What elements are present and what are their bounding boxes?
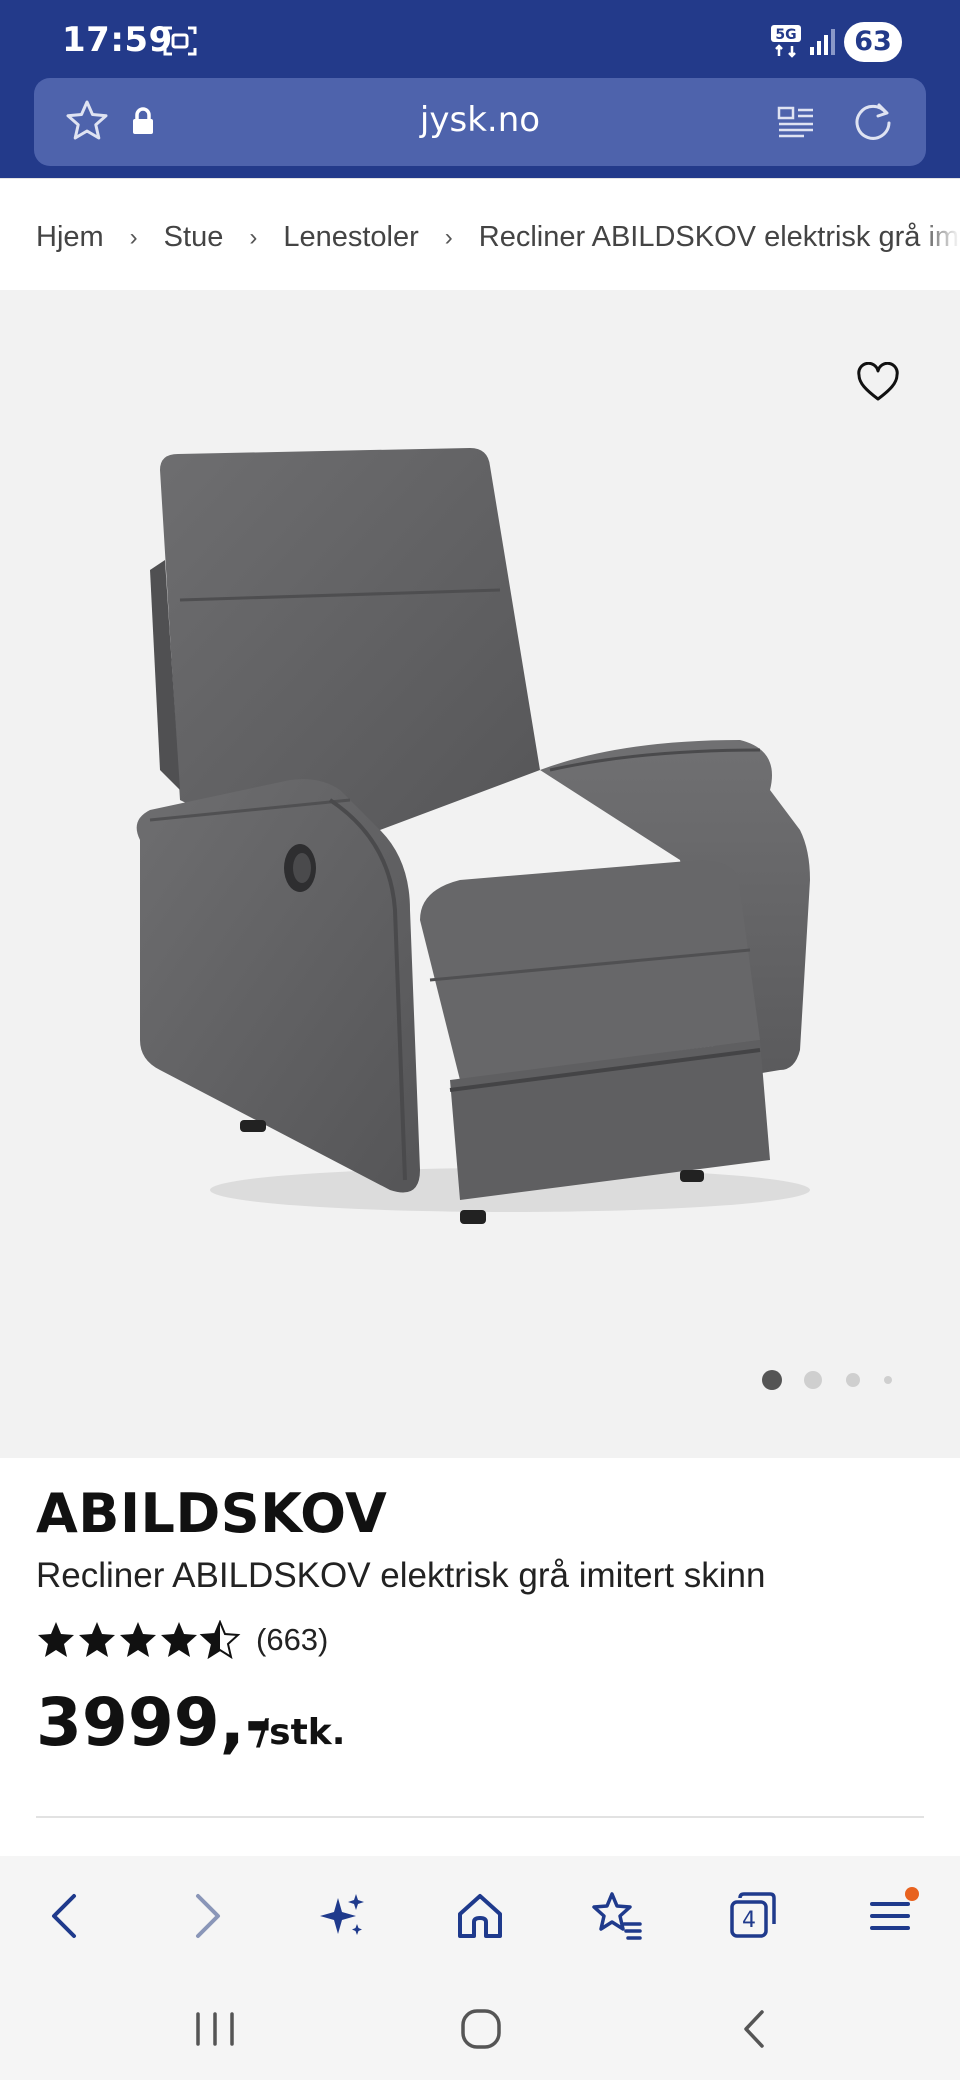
rating-stars <box>38 1621 239 1658</box>
forward-icon[interactable] <box>176 1886 236 1946</box>
heart-icon[interactable] <box>856 362 900 402</box>
product-price: 3999,- <box>36 1684 273 1761</box>
home-icon[interactable] <box>450 1886 510 1946</box>
status-bar: 17:59 5G 63 <box>0 0 960 80</box>
gallery-dot[interactable] <box>846 1373 860 1387</box>
reader-mode-icon[interactable] <box>776 102 816 142</box>
signal-strength-icon <box>810 29 835 55</box>
status-time: 17:59 <box>62 20 173 60</box>
product-gallery[interactable] <box>0 290 960 1458</box>
gallery-dot[interactable] <box>804 1371 822 1389</box>
back-icon[interactable] <box>36 1886 96 1946</box>
gallery-pagination <box>760 1368 900 1392</box>
star-icon <box>38 1622 74 1657</box>
product-rating[interactable]: (663) <box>36 1618 328 1662</box>
bookmarks-icon[interactable] <box>586 1886 646 1946</box>
star-icon <box>79 1622 115 1657</box>
section-divider <box>36 1816 924 1818</box>
tab-count: 4 <box>742 1908 756 1933</box>
breadcrumb-item-hjem[interactable]: Hjem <box>36 221 104 254</box>
breadcrumb-fade <box>920 179 960 290</box>
sparkle-icon[interactable] <box>312 1886 372 1946</box>
breadcrumb: Hjem › Stue › Lenestoler › Recliner ABIL… <box>0 178 960 290</box>
star-icon <box>161 1622 197 1657</box>
product-brand: ABILDSKOV <box>36 1482 388 1545</box>
chevron-right-icon: › <box>444 223 453 251</box>
home-circle-icon[interactable] <box>456 2004 506 2054</box>
network-5g-icon: 5G <box>771 25 801 58</box>
price-unit: /stk. <box>256 1712 346 1753</box>
gallery-dot[interactable] <box>884 1376 892 1384</box>
breadcrumb-item-current: Recliner ABILDSKOV elektrisk grå imitert… <box>478 221 960 253</box>
screen-capture-icon <box>163 26 197 56</box>
network-label: 5G <box>775 27 796 43</box>
menu-icon[interactable] <box>862 1886 922 1946</box>
breadcrumb-list: Hjem › Stue › Lenestoler › Recliner ABIL… <box>36 221 960 254</box>
star-icon <box>120 1622 156 1657</box>
url-bar[interactable]: jysk.no <box>34 78 926 166</box>
tabs-icon[interactable]: 4 <box>722 1886 782 1946</box>
recents-icon[interactable] <box>190 2004 240 2054</box>
half-star-icon <box>201 1621 239 1658</box>
gallery-dot-active[interactable] <box>762 1370 782 1390</box>
breadcrumb-item-lenestoler[interactable]: Lenestoler <box>283 221 418 254</box>
product-name: Recliner ABILDSKOV elektrisk grå imitert… <box>36 1556 766 1595</box>
chevron-right-icon: › <box>129 223 138 251</box>
browser-top-chrome: 17:59 5G 63 jysk.no <box>0 0 960 178</box>
chevron-right-icon: › <box>249 223 258 251</box>
breadcrumb-item-stue[interactable]: Stue <box>164 221 224 254</box>
reload-icon[interactable] <box>850 98 896 144</box>
product-image-recliner[interactable] <box>120 440 840 1260</box>
battery-indicator: 63 <box>844 22 902 62</box>
system-back-icon[interactable] <box>730 2004 780 2054</box>
notification-dot <box>905 1887 919 1901</box>
rating-count[interactable]: (663) <box>256 1622 328 1658</box>
browser-bottom-toolbar: 4 <box>0 1856 960 2080</box>
